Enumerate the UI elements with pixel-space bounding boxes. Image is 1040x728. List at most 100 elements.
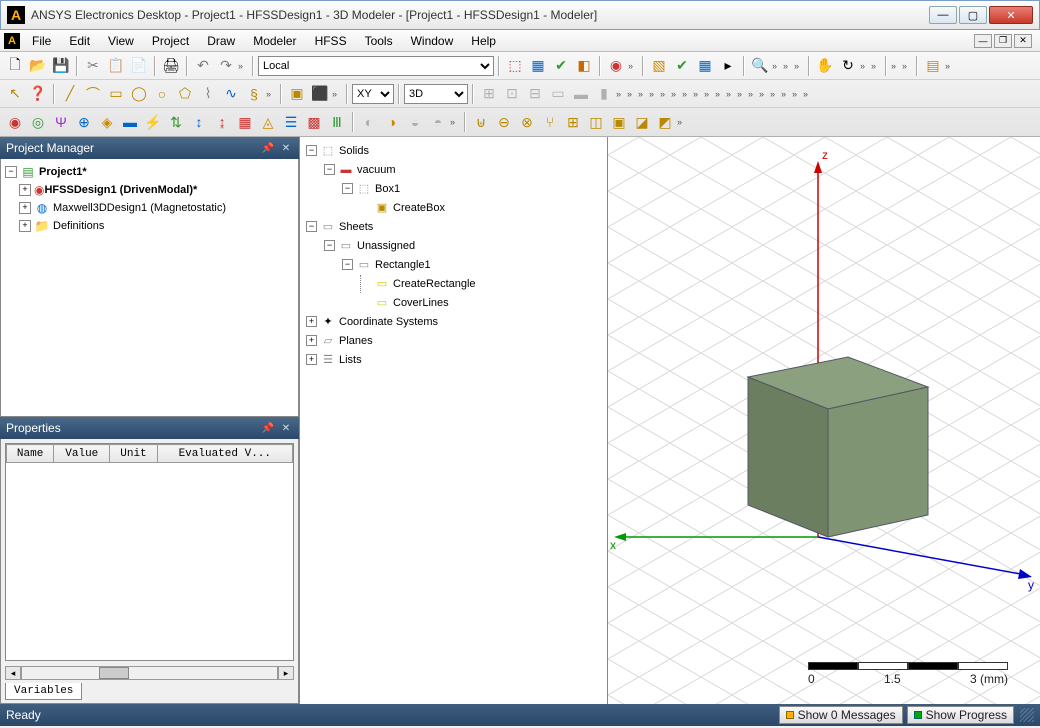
mesh2-icon[interactable]: ◬ (257, 111, 279, 133)
draw-polyline-icon[interactable]: ⌇ (197, 83, 219, 105)
mdi-close[interactable]: ✕ (1014, 34, 1032, 48)
menu-window[interactable]: Window (403, 32, 462, 50)
print-icon[interactable]: 🖨 (160, 55, 182, 77)
expander-icon[interactable]: + (19, 184, 31, 196)
undo-icon[interactable]: ↶ (192, 55, 214, 77)
result4-icon[interactable]: ◓ (427, 111, 449, 133)
excite4-icon[interactable]: ↨ (211, 111, 233, 133)
excite1-icon[interactable]: ⚡ (142, 111, 164, 133)
mesh4-icon[interactable]: ▩ (303, 111, 325, 133)
tree-definitions[interactable]: + 📁 Definitions (5, 217, 294, 235)
menu-hfss[interactable]: HFSS (307, 32, 355, 50)
draw-line-icon[interactable]: ╱ (59, 83, 81, 105)
validation-icon[interactable]: ⬚ (504, 55, 526, 77)
maximize-button[interactable]: ▢ (959, 6, 987, 24)
bool-subtract-icon[interactable]: ⊖ (493, 111, 515, 133)
view-combo[interactable]: 3D (404, 84, 468, 104)
prop-pin-icon[interactable]: 📌 (261, 421, 275, 435)
mt-box1[interactable]: −⬚Box1 (304, 179, 603, 198)
col-name[interactable]: Name (7, 445, 54, 463)
menu-tools[interactable]: Tools (357, 32, 401, 50)
menu-modeler[interactable]: Modeler (245, 32, 304, 50)
draw-sweep-icon[interactable]: ∿ (220, 83, 242, 105)
mt-rectangle1[interactable]: −▭Rectangle1 (304, 255, 603, 274)
toolbar-overflow-30[interactable]: » (803, 89, 813, 99)
draw-helix-icon[interactable]: § (243, 83, 265, 105)
mt-createbox[interactable]: ▣CreateBox (304, 198, 603, 217)
whats-this-icon[interactable]: ❓ (27, 83, 49, 105)
scroll-right-icon[interactable]: ▸ (278, 666, 294, 680)
toolbar-overflow-23[interactable]: » (726, 89, 736, 99)
toolbar-overflow-10[interactable]: » (945, 61, 955, 71)
expander-icon[interactable]: − (5, 166, 17, 178)
toolbar-overflow-28[interactable]: » (781, 89, 791, 99)
bool-sweep-icon[interactable]: ◪ (631, 111, 653, 133)
toolbar-overflow-22[interactable]: » (715, 89, 725, 99)
analyze-icon[interactable]: ▦ (527, 55, 549, 77)
toolbar-overflow-1[interactable]: » (238, 61, 248, 71)
snap5-icon[interactable]: ▬ (570, 83, 592, 105)
toolbar-overflow-7[interactable]: » (871, 61, 881, 71)
toolbar-overflow-14[interactable]: » (627, 89, 637, 99)
optimetrics-icon[interactable]: ◧ (573, 55, 595, 77)
mt-vacuum[interactable]: −▬vacuum (304, 160, 603, 179)
menu-draw[interactable]: Draw (199, 32, 243, 50)
bool-unite-icon[interactable]: ⊎ (470, 111, 492, 133)
toolbar-overflow-26[interactable]: » (759, 89, 769, 99)
menu-view[interactable]: View (100, 32, 142, 50)
expander-icon[interactable]: + (306, 335, 317, 346)
toolbar-overflow-12[interactable]: » (332, 89, 342, 99)
plane-combo[interactable]: XY (352, 84, 394, 104)
pan-icon[interactable]: ✋ (814, 55, 836, 77)
col-unit[interactable]: Unit (110, 445, 157, 463)
expander-icon[interactable]: − (342, 259, 353, 270)
hfss-design-icon[interactable]: ◉ (605, 55, 627, 77)
minimize-button[interactable]: — (929, 6, 957, 24)
expander-icon[interactable]: − (324, 164, 335, 175)
scroll-left-icon[interactable]: ◂ (5, 666, 21, 680)
solve-icon[interactable]: ✔ (550, 55, 572, 77)
toolbar-overflow-13[interactable]: » (616, 89, 626, 99)
draw-polygon-icon[interactable]: ⬠ (174, 83, 196, 105)
scroll-thumb[interactable] (99, 667, 129, 679)
menu-edit[interactable]: Edit (61, 32, 98, 50)
menu-file[interactable]: File (24, 32, 59, 50)
mt-createrect[interactable]: ▭CreateRectangle (304, 274, 603, 293)
bool-split-icon[interactable]: ⑂ (539, 111, 561, 133)
report-icon[interactable]: ▤ (922, 55, 944, 77)
bool-intersect-icon[interactable]: ⊗ (516, 111, 538, 133)
bool-offset-icon[interactable]: ◩ (654, 111, 676, 133)
boundary5-icon[interactable]: ▬ (119, 111, 141, 133)
properties-grid[interactable]: Name Value Unit Evaluated V... (5, 443, 294, 661)
pm-pin-icon[interactable]: 📌 (261, 141, 275, 155)
col-evaluated[interactable]: Evaluated V... (157, 445, 292, 463)
mesh1-icon[interactable]: ▦ (234, 111, 256, 133)
toolbar-overflow-15[interactable]: » (638, 89, 648, 99)
toolbar-overflow-25[interactable]: » (748, 89, 758, 99)
toolbar-overflow-18[interactable]: » (671, 89, 681, 99)
cylinder-icon[interactable]: ⬛ (309, 83, 331, 105)
col-value[interactable]: Value (54, 445, 110, 463)
port-icon[interactable]: ◉ (4, 111, 26, 133)
box-icon[interactable]: ▣ (286, 83, 308, 105)
toolbar-overflow-2[interactable]: » (628, 61, 638, 71)
show-progress-button[interactable]: Show Progress (907, 706, 1014, 724)
snap6-icon[interactable]: ▮ (593, 83, 615, 105)
bool-thicken-icon[interactable]: ▣ (608, 111, 630, 133)
snap2-icon[interactable]: ⊡ (501, 83, 523, 105)
save-icon[interactable]: 💾 (50, 55, 72, 77)
field-overlay-icon[interactable]: ▧ (648, 55, 670, 77)
expander-icon[interactable]: − (324, 240, 335, 251)
tab-variables[interactable]: Variables (5, 683, 82, 700)
validate-check-icon[interactable]: ✔ (671, 55, 693, 77)
mdi-restore[interactable]: ❐ (994, 34, 1012, 48)
expander-icon[interactable]: + (19, 202, 31, 214)
help-arrow-icon[interactable]: ↖ (4, 83, 26, 105)
expander-icon[interactable]: − (306, 221, 317, 232)
toolbar-overflow-32[interactable]: » (677, 117, 687, 127)
copy-icon[interactable]: 📋 (105, 55, 127, 77)
boundary1-icon[interactable]: ◎ (27, 111, 49, 133)
boundary2-icon[interactable]: Ψ (50, 111, 72, 133)
expander-icon[interactable]: − (342, 183, 353, 194)
toolbar-overflow-9[interactable]: » (902, 61, 912, 71)
